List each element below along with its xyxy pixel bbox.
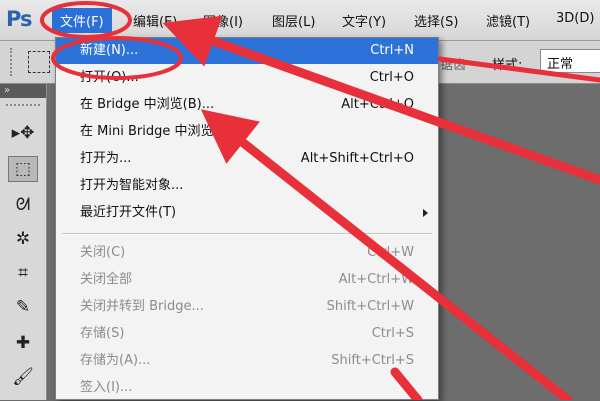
menu-item-check-in: 签入(I)... [56, 375, 438, 401]
menu-layer[interactable]: 图层(L) [272, 11, 315, 30]
menu-item-open-as-smart-object[interactable]: 打开为智能对象... [56, 173, 438, 199]
menu-item-browse-in-mini-bridge[interactable]: 在 Mini Bridge 中浏览(G)... [56, 119, 438, 145]
menu-item-label: 关闭全部 [80, 272, 133, 287]
menu-item-save-as: 存储为(A)... Shift+Ctrl+S [56, 348, 438, 374]
toolbox-collapse-button[interactable]: » [0, 84, 46, 98]
menu-item-shortcut: Alt+Shift+Ctrl+O [300, 151, 414, 166]
menu-filter[interactable]: 滤镜(T) [486, 11, 530, 30]
menu-item-label: 在 Mini Bridge 中浏览(G)... [80, 124, 247, 139]
menu-item-shortcut: Alt+Ctrl+O [341, 97, 414, 112]
marquee-tool-icon[interactable]: ⬚ [8, 156, 38, 182]
options-bar-grip[interactable] [10, 48, 18, 76]
menu-item-shortcut: Shift+Ctrl+S [331, 353, 414, 368]
healing-brush-tool-icon[interactable]: ✚ [8, 330, 38, 356]
menu-item-shortcut: Ctrl+O [369, 70, 414, 85]
tool-preset-icon[interactable] [28, 51, 50, 73]
menu-item-label: 签入(I)... [80, 380, 133, 395]
menu-item-shortcut: Ctrl+N [370, 43, 414, 58]
menu-type[interactable]: 文字(Y) [342, 11, 386, 30]
menu-3d[interactable]: 3D(D) [556, 11, 594, 26]
menu-item-label: 存储为(A)... [80, 353, 151, 368]
menu-item-open[interactable]: 打开(O)... Ctrl+O [56, 65, 438, 91]
menu-item-label: 关闭并转到 Bridge... [80, 299, 204, 314]
menu-select[interactable]: 选择(S) [414, 11, 458, 30]
menu-file[interactable]: 文件(F) [52, 8, 112, 33]
menu-item-label: 打开为智能对象... [80, 178, 184, 193]
menu-image[interactable]: 图像(I) [203, 11, 243, 30]
style-select[interactable]: 正常 [540, 49, 600, 73]
menu-separator [62, 233, 432, 235]
menu-item-open-as[interactable]: 打开为... Alt+Shift+Ctrl+O [56, 146, 438, 172]
style-label: 样式: [492, 58, 523, 73]
photoshop-logo: Ps [6, 7, 33, 31]
toolbox-grip[interactable] [6, 104, 40, 110]
move-tool-icon[interactable]: ▸✥ [8, 120, 38, 146]
menu-item-shortcut: Alt+Ctrl+W [338, 272, 414, 287]
menu-item-label: 新建(N)... [80, 43, 139, 58]
crop-tool-icon[interactable]: ⌗ [8, 260, 38, 286]
menu-bar: Ps 文件(F) 编辑(E) 图像(I) 图层(L) 文字(Y) 选择(S) 滤… [0, 0, 600, 41]
antialias-label: 锯齿 [440, 58, 467, 73]
menu-item-label: 关闭(C) [80, 245, 126, 260]
menu-item-label: 在 Bridge 中浏览(B)... [80, 97, 215, 112]
menu-item-close: 关闭(C) Ctrl+W [56, 240, 438, 266]
brush-tool-icon[interactable]: 🖌 [8, 364, 38, 390]
submenu-arrow-icon [423, 209, 428, 217]
file-menu-dropdown: 新建(N)... Ctrl+N 打开(O)... Ctrl+O 在 Bridge… [55, 37, 439, 400]
menu-item-shortcut: Shift+Ctrl+W [326, 299, 414, 314]
menu-item-save: 存储(S) Ctrl+S [56, 321, 438, 347]
eyedropper-tool-icon[interactable]: ✎ [8, 294, 38, 320]
magic-wand-tool-icon[interactable]: ✲ [8, 226, 38, 252]
menu-item-close-and-go-to-bridge: 关闭并转到 Bridge... Shift+Ctrl+W [56, 294, 438, 320]
menu-item-recent-files[interactable]: 最近打开文件(T) [56, 200, 438, 226]
menu-item-browse-in-bridge[interactable]: 在 Bridge 中浏览(B)... Alt+Ctrl+O [56, 92, 438, 118]
menu-item-close-all: 关闭全部 Alt+Ctrl+W [56, 267, 438, 293]
toolbox: » ▸✥ ⬚ ᘛ ✲ ⌗ ✎ ✚ 🖌 [0, 84, 47, 400]
lasso-tool-icon[interactable]: ᘛ [8, 192, 38, 218]
menu-item-new[interactable]: 新建(N)... Ctrl+N [56, 38, 438, 64]
menu-item-label: 打开(O)... [80, 70, 139, 85]
menu-item-shortcut: Ctrl+S [371, 326, 414, 341]
menu-item-label: 最近打开文件(T) [80, 205, 177, 220]
menu-edit[interactable]: 编辑(E) [133, 11, 177, 30]
menu-item-shortcut: Ctrl+W [367, 245, 414, 260]
menu-item-label: 存储(S) [80, 326, 125, 341]
menu-item-label: 打开为... [80, 151, 132, 166]
